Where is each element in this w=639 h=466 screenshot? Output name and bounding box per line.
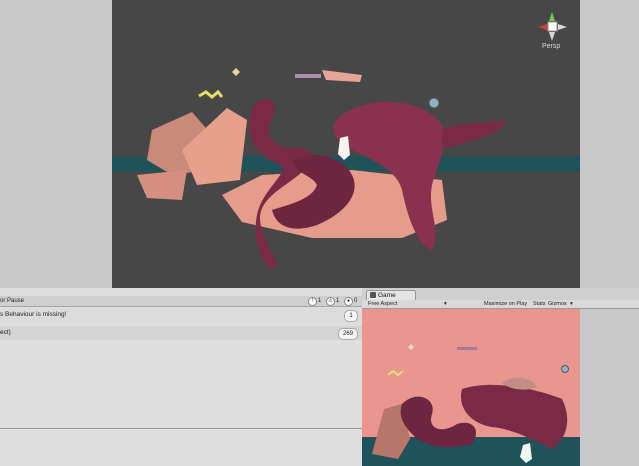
game-view[interactable] xyxy=(362,309,580,466)
gizmos-toggle[interactable]: Gizmos xyxy=(548,300,567,308)
stats-toggle[interactable]: Stats xyxy=(533,300,546,308)
console-splitter[interactable] xyxy=(0,428,362,429)
error-icon: ● xyxy=(344,297,353,306)
console-toolbar: or Pause ! 1 ⚠ 1 ● 0 xyxy=(0,296,362,307)
floating-bar xyxy=(457,347,477,350)
game-side-panel xyxy=(580,309,639,466)
axis-gizmo-icon[interactable] xyxy=(530,8,570,42)
log-row[interactable]: s Behaviour is missing! 1 xyxy=(0,308,362,322)
floating-bar xyxy=(295,74,321,78)
log-count-badge: 1 xyxy=(344,310,358,322)
yellow-worm xyxy=(198,89,224,99)
scene-view[interactable]: Persp xyxy=(112,0,580,288)
log-row[interactable]: ect) 269 xyxy=(0,326,362,340)
sphere-prop xyxy=(561,365,569,373)
log-count-badge: 269 xyxy=(338,328,358,340)
star-prop xyxy=(232,68,240,76)
warning-count-toggle[interactable]: ⚠ 1 xyxy=(326,297,339,306)
gizmos-dropdown-arrow[interactable]: ▾ xyxy=(570,300,573,308)
rock-bottom xyxy=(137,170,187,200)
error-pause-toggle[interactable]: or Pause xyxy=(0,296,24,306)
floating-piece xyxy=(322,70,362,82)
aspect-dropdown-arrow[interactable]: ▾ xyxy=(444,300,447,308)
tab-game-label: Game xyxy=(378,292,396,299)
hierarchy-panel xyxy=(0,0,112,288)
sphere-prop xyxy=(428,97,440,109)
log-message: ect) xyxy=(0,329,11,336)
console-panel: or Pause ! 1 ⚠ 1 ● 0 s Behaviour is missing… xyxy=(0,288,363,466)
game-render xyxy=(362,309,580,466)
camera-mode-label[interactable]: Persp xyxy=(542,43,560,50)
inspector-panel xyxy=(580,0,639,288)
scene-render xyxy=(112,68,580,270)
warning-icon: ⚠ xyxy=(326,297,335,306)
info-icon: ! xyxy=(308,297,317,306)
aspect-dropdown[interactable]: Free Aspect xyxy=(368,300,397,308)
game-toolbar: Free Aspect ▾ Maximize on Play Stats Giz… xyxy=(362,300,639,309)
maximize-on-play-toggle[interactable]: Maximize on Play xyxy=(484,300,527,308)
aspect-label: Free Aspect xyxy=(368,301,398,307)
tentacle-4 xyxy=(442,120,507,148)
error-count-toggle[interactable]: ● 0 xyxy=(344,297,357,306)
log-message: s Behaviour is missing! xyxy=(0,311,67,318)
game-controller-icon xyxy=(370,292,376,298)
info-count-toggle[interactable]: ! 1 xyxy=(308,297,321,306)
game-panel: Game Free Aspect ▾ Maximize on Play Stat… xyxy=(362,288,639,466)
